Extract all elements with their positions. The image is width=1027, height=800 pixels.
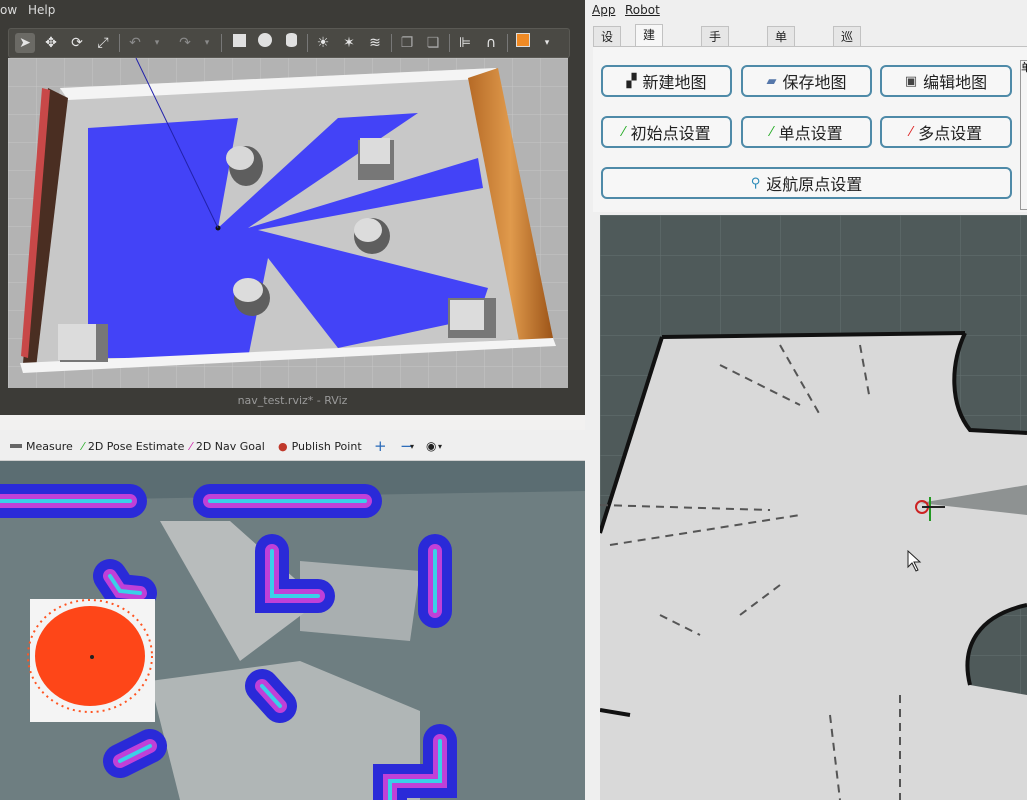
remove-dropdown-icon[interactable]: ▾	[410, 438, 414, 454]
init-pose-button[interactable]: ⁄ 初始点设置	[601, 116, 732, 148]
add-tool-icon[interactable]: +	[374, 437, 387, 455]
select-arrow-icon[interactable]: ➤	[15, 33, 35, 53]
gazebo-toolbar: ➤ ✥ ⟳ ⤢ ↶ ▾ ↷ ▾ ☀ ✶ ≋ ❐ ❏ ⊫ ∩ ▾	[8, 28, 570, 58]
eye-dropdown-icon[interactable]: ▾	[438, 438, 442, 454]
map-pin-icon: ●	[278, 439, 288, 453]
new-map-button[interactable]: ▞ 新建地图	[601, 65, 732, 97]
sphere-icon[interactable]	[255, 33, 275, 53]
init-pose-label: 初始点设置	[630, 124, 711, 143]
rviz-titlebar	[0, 415, 585, 430]
gazebo-scene	[8, 58, 568, 388]
tab-manual-control[interactable]: 手动控制	[701, 26, 730, 104]
publish-point-label: Publish Point	[291, 439, 362, 453]
more-dropdown-icon[interactable]: ▾	[537, 33, 557, 53]
side-group-title: 单	[1021, 61, 1027, 74]
menu-app[interactable]: App	[592, 3, 615, 17]
multi-point-label: 多点设置	[918, 124, 983, 143]
measure-tool[interactable]: Measure	[10, 438, 73, 454]
rotate-icon[interactable]: ⟳	[67, 33, 87, 53]
gazebo-menubar: ow Help	[0, 0, 585, 22]
nav-goal-label: 2D Nav Goal	[195, 439, 265, 453]
edit-map-label: 编辑地图	[923, 73, 988, 92]
magnet-icon[interactable]: ∩	[481, 33, 501, 53]
tab-settings[interactable]: 设置	[593, 26, 622, 64]
paste-icon[interactable]: ❏	[423, 33, 443, 53]
rviz-window: Measure ⁄ 2D Pose Estimate ⁄ 2D Nav Goal…	[0, 415, 585, 800]
tab-single-point-mode[interactable]: 单点模式	[767, 26, 796, 104]
green-arrow-icon: ⁄	[622, 124, 625, 140]
menu-help[interactable]: Help	[28, 3, 55, 17]
return-home-button[interactable]: ⚲ 返航原点设置	[601, 167, 1012, 199]
tab-patrol-mode[interactable]: 巡航模式	[833, 26, 862, 104]
scale-icon[interactable]: ⤢	[93, 33, 113, 53]
spot-light-icon[interactable]: ✶	[339, 33, 359, 53]
rviz-toolbar: Measure ⁄ 2D Pose Estimate ⁄ 2D Nav Goal…	[0, 430, 585, 461]
new-map-icon: ▞	[626, 73, 637, 89]
app-menubar: App Robot	[585, 0, 1027, 22]
measure-label: Measure	[26, 439, 73, 453]
redo-icon[interactable]: ↷	[175, 33, 195, 53]
particle-cloud	[35, 606, 145, 706]
folder-icon: ▰	[766, 73, 777, 89]
single-point-button[interactable]: ⁄ 单点设置	[741, 116, 872, 148]
copy-icon[interactable]: ❐	[397, 33, 417, 53]
menu-robot[interactable]: Robot	[625, 3, 660, 17]
app-occupancy-map	[600, 215, 1027, 800]
rviz-map-view[interactable]	[0, 461, 585, 800]
orange-box-icon[interactable]	[513, 33, 533, 53]
green-arrow-icon: ⁄	[770, 124, 773, 140]
app-map-view[interactable]	[600, 215, 1027, 800]
redo-dropdown-icon[interactable]: ▾	[197, 33, 217, 53]
robot-control-app: App Robot 设置 建图导航 手动控制 单点模式 巡航模式 ▞ 新建地图 …	[585, 0, 1027, 800]
publish-point-tool[interactable]: ● Publish Point	[278, 438, 362, 454]
translate-icon[interactable]: ✥	[41, 33, 61, 53]
undo-dropdown-icon[interactable]: ▾	[147, 33, 167, 53]
eye-icon[interactable]: ◉	[426, 438, 436, 454]
location-pin-icon: ⚲	[750, 175, 761, 191]
sun-light-icon[interactable]: ☀	[313, 33, 333, 53]
tab-mapping-navigation[interactable]: 建图导航	[635, 24, 664, 102]
cylinder-icon[interactable]	[281, 33, 301, 53]
mapping-panel: ▞ 新建地图 ▰ 保存地图 ▣ 编辑地图 ⁄ 初始点设置 ⁄ 单点设置 ⁄ 多点…	[593, 46, 1027, 212]
green-arrow-icon: ⁄	[82, 439, 84, 453]
gazebo-window: ow Help ➤ ✥ ⟳ ⤢ ↶ ▾ ↷ ▾ ☀ ✶ ≋ ❐ ❏ ⊫ ∩ ▾	[0, 0, 585, 415]
window-title: nav_test.rviz* - RViz	[0, 390, 585, 415]
single-point-label: 单点设置	[778, 124, 843, 143]
save-map-label: 保存地图	[782, 73, 847, 92]
box-icon[interactable]	[229, 33, 249, 53]
menu-view[interactable]: ow	[0, 3, 17, 17]
pink-arrow-icon: ⁄	[190, 439, 192, 453]
ruler-icon	[10, 444, 22, 448]
multi-point-button[interactable]: ⁄ 多点设置	[880, 116, 1012, 148]
edit-map-button[interactable]: ▣ 编辑地图	[880, 65, 1012, 97]
directional-light-icon[interactable]: ≋	[365, 33, 385, 53]
save-map-button[interactable]: ▰ 保存地图	[741, 65, 872, 97]
undo-icon[interactable]: ↶	[125, 33, 145, 53]
red-arrow-icon: ⁄	[909, 124, 913, 140]
side-group-box: 单	[1020, 60, 1027, 210]
pose-estimate-tool[interactable]: ⁄ 2D Pose Estimate	[82, 438, 184, 454]
rviz-costmap	[0, 461, 585, 800]
nav-goal-tool[interactable]: ⁄ 2D Nav Goal	[190, 438, 265, 454]
monitor-icon: ▣	[904, 73, 918, 89]
align-icon[interactable]: ⊫	[455, 33, 475, 53]
gazebo-3d-viewport[interactable]	[8, 58, 568, 388]
return-home-label: 返航原点设置	[766, 175, 863, 194]
new-map-label: 新建地图	[642, 73, 707, 92]
pose-estimate-label: 2D Pose Estimate	[87, 439, 185, 453]
